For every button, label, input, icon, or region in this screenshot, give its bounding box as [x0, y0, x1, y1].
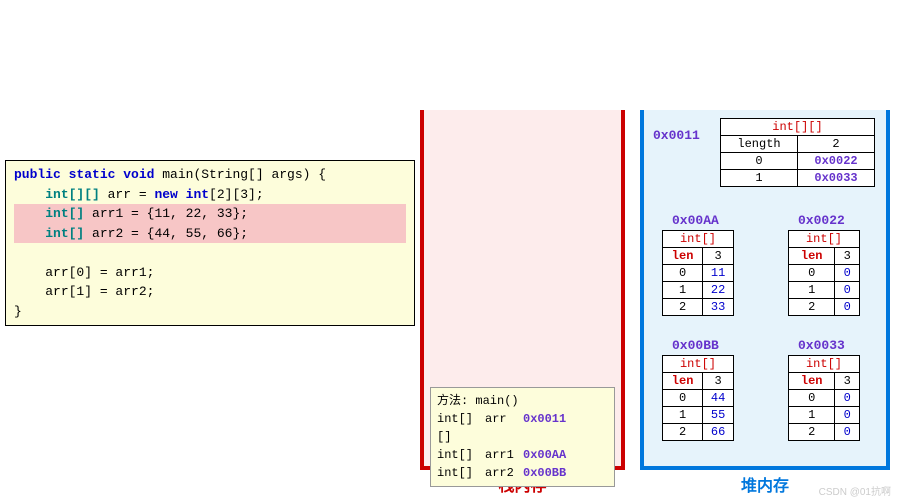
watermark: CSDN @01抗啊: [819, 483, 891, 498]
heap-len-val: 3: [835, 248, 860, 265]
code-block: public static void main(String[] args) {…: [14, 165, 406, 321]
heap-row-idx: 0: [789, 265, 835, 282]
heap-object-array: int[] len3 011 122 233: [662, 230, 734, 316]
heap-row-idx: 1: [789, 282, 835, 299]
heap-addr: 0x0033: [798, 338, 845, 353]
heap-row-val: 0x0033: [798, 170, 875, 187]
heap-row-idx: 1: [663, 407, 703, 424]
heap-len-val: 3: [703, 248, 734, 265]
heap-addr: 0x00BB: [672, 338, 719, 353]
stack-var-type: int[][]: [437, 410, 485, 446]
heap-row-idx: 2: [789, 299, 835, 316]
stack-frame-title: 方法: main(): [437, 392, 608, 410]
heap-len-label: len: [663, 373, 703, 390]
heap-row-val: 22: [703, 282, 734, 299]
heap-len-label: len: [663, 248, 703, 265]
heap-obj-length: 2: [798, 136, 875, 153]
stack-var-addr: 0x0011: [523, 410, 566, 446]
code-text: arr[0] = arr1;: [45, 265, 154, 280]
heap-row-idx: 1: [663, 282, 703, 299]
stack-var-row: int[][] arr 0x0011: [437, 410, 608, 446]
heap-object-array: int[] len3 00 10 20: [788, 355, 860, 441]
heap-row-idx: 0: [721, 153, 798, 170]
stack-var-addr: 0x00AA: [523, 446, 566, 464]
heap-row-val: 0: [835, 265, 860, 282]
heap-obj-type: int[]: [789, 356, 860, 373]
heap-row-val: 11: [703, 265, 734, 282]
heap-row-val: 0: [835, 390, 860, 407]
heap-object-array: int[] len3 00 10 20: [788, 230, 860, 316]
heap-row-val: 0: [835, 299, 860, 316]
heap-row-idx: 2: [789, 424, 835, 441]
heap-row-idx: 1: [789, 407, 835, 424]
heap-row-idx: 0: [789, 390, 835, 407]
heap-row-val: 0: [835, 407, 860, 424]
stack-var-row: int[] arr2 0x00BB: [437, 464, 608, 482]
heap-row-idx: 1: [721, 170, 798, 187]
heap-obj-type: int[][]: [721, 119, 875, 136]
code-panel: public static void main(String[] args) {…: [5, 160, 415, 326]
heap-row-val: 0: [835, 424, 860, 441]
heap-row-val: 33: [703, 299, 734, 316]
heap-addr: 0x00AA: [672, 213, 719, 228]
stack-var-type: int[]: [437, 446, 485, 464]
heap-row-idx: 2: [663, 299, 703, 316]
stack-var-row: int[] arr1 0x00AA: [437, 446, 608, 464]
heap-addr-outer: 0x0011: [653, 128, 700, 143]
heap-addr: 0x0022: [798, 213, 845, 228]
heap-row-idx: 0: [663, 265, 703, 282]
code-text: arr2 = {44, 55, 66};: [84, 226, 248, 241]
code-text: [2][3];: [209, 187, 264, 202]
code-text: arr =: [100, 187, 155, 202]
code-text: main(String[] args) {: [154, 167, 326, 182]
stack-var-type: int[]: [437, 464, 485, 482]
heap-len-label: len: [789, 248, 835, 265]
heap-obj-type: int[]: [663, 231, 734, 248]
stack-frame-main: 方法: main() int[][] arr 0x0011 int[] arr1…: [430, 387, 615, 487]
stack-var-name: arr1: [485, 446, 523, 464]
code-kw: int[][]: [45, 187, 100, 202]
heap-row-val: 0: [835, 282, 860, 299]
stack-var-name: arr: [485, 410, 523, 446]
heap-len-label: len: [789, 373, 835, 390]
heap-row-val: 66: [703, 424, 734, 441]
code-kw: new int: [154, 187, 209, 202]
code-kw: int[]: [45, 226, 84, 241]
heap-obj-length-label: length: [721, 136, 798, 153]
heap-row-val: 55: [703, 407, 734, 424]
heap-len-val: 3: [835, 373, 860, 390]
heap-obj-type: int[]: [663, 356, 734, 373]
code-text: }: [14, 304, 22, 319]
heap-len-val: 3: [703, 373, 734, 390]
heap-row-idx: 2: [663, 424, 703, 441]
stack-var-addr: 0x00BB: [523, 464, 566, 482]
heap-object-outer: int[][] length2 00x0022 10x0033: [720, 118, 875, 187]
code-kw: public static void: [14, 167, 154, 182]
stack-var-name: arr2: [485, 464, 523, 482]
heap-obj-type: int[]: [789, 231, 860, 248]
code-text: arr[1] = arr2;: [45, 284, 154, 299]
code-text: arr1 = {11, 22, 33};: [84, 206, 248, 221]
heap-object-array: int[] len3 044 155 266: [662, 355, 734, 441]
code-kw: int[]: [45, 206, 84, 221]
heap-row-idx: 0: [663, 390, 703, 407]
heap-row-val: 44: [703, 390, 734, 407]
heap-row-val: 0x0022: [798, 153, 875, 170]
